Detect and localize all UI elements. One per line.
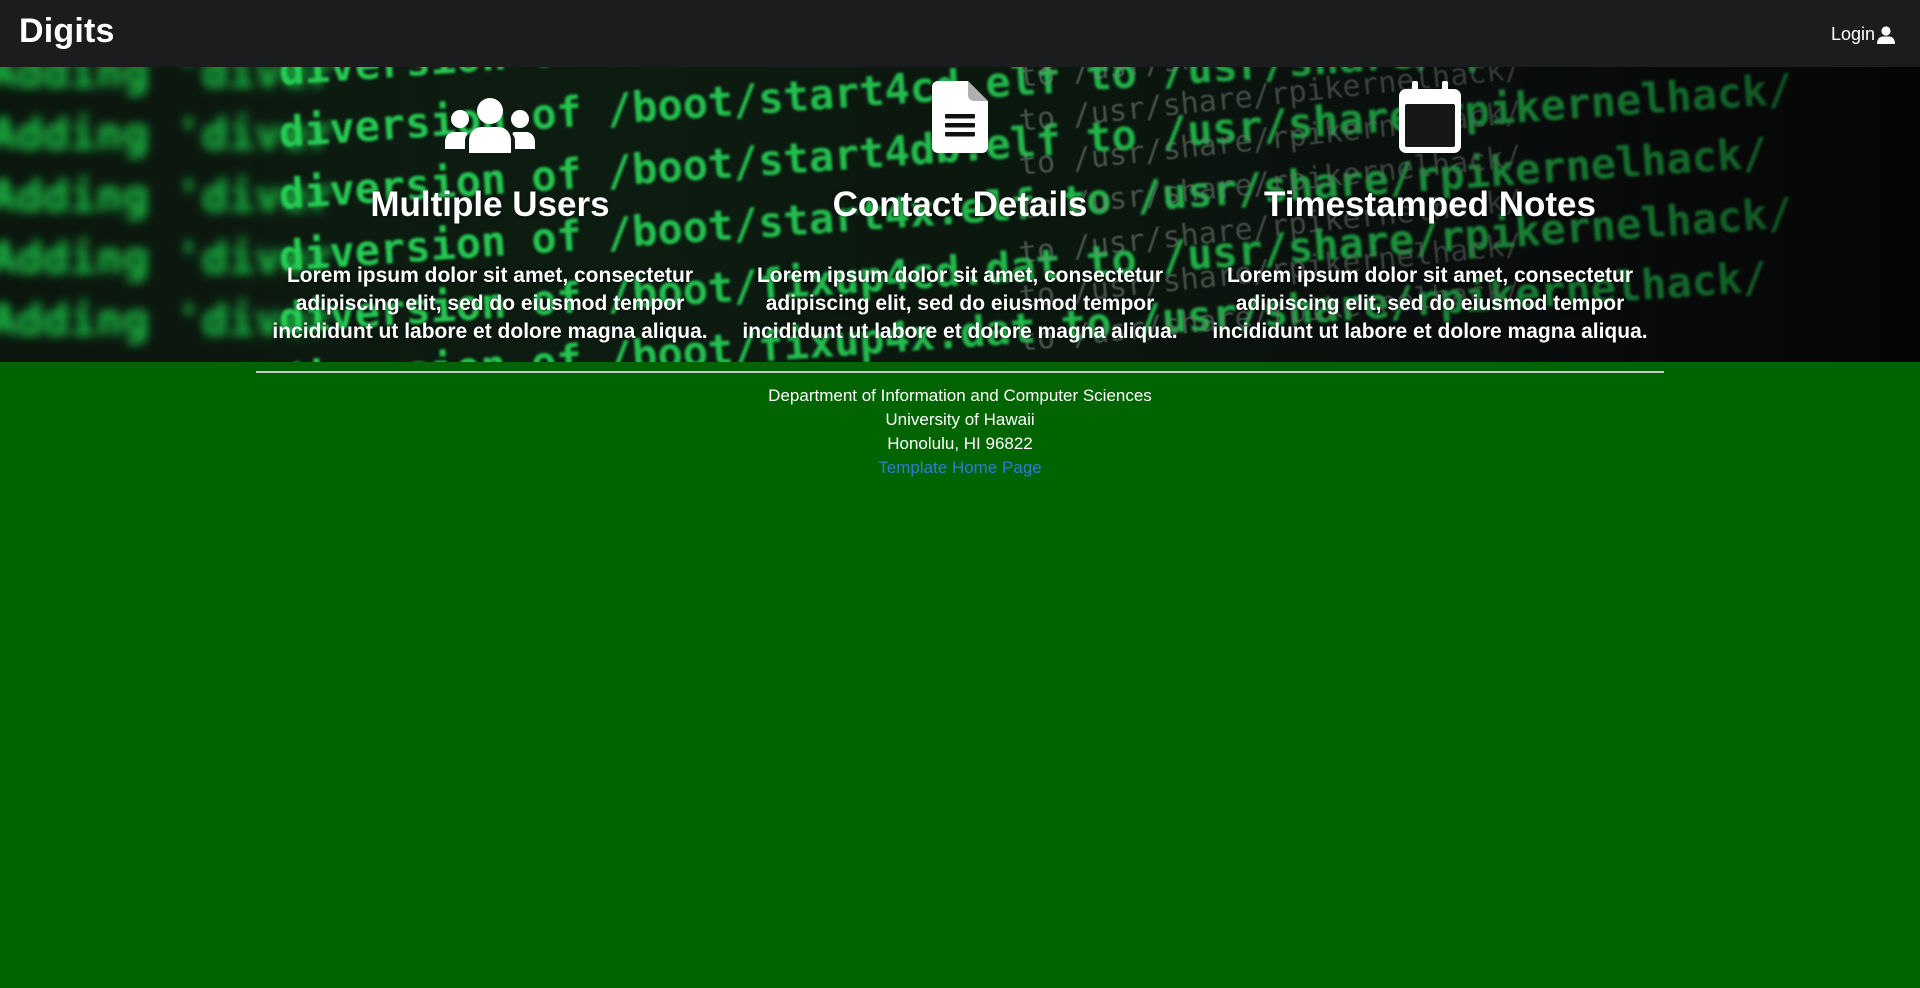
feature-title: Timestamped Notes <box>1264 185 1596 224</box>
calendar-icon <box>1195 81 1665 153</box>
feature-description: Lorem ipsum dolor sit amet, consectetur … <box>742 264 1178 343</box>
footer-department: Department of Information and Computer S… <box>768 386 1152 405</box>
top-navbar: Digits Login <box>0 0 1920 67</box>
feature-contact-details: Contact Details Lorem ipsum dolor sit am… <box>725 67 1195 362</box>
feature-title: Contact Details <box>832 185 1088 224</box>
features-row: Multiple Users Lorem ipsum dolor sit ame… <box>255 67 1665 362</box>
hero-banner: Adding 'diver Adding 'diver Adding 'dive… <box>0 67 1920 362</box>
login-dropdown[interactable]: Login <box>1831 24 1896 45</box>
file-icon <box>725 81 1195 153</box>
feature-description: Lorem ipsum dolor sit amet, consectetur … <box>1212 264 1648 343</box>
footer-university: University of Hawaii <box>885 410 1035 429</box>
feature-multiple-users: Multiple Users Lorem ipsum dolor sit ame… <box>255 67 725 362</box>
brand-logo-text[interactable]: Digits <box>19 12 115 51</box>
user-icon[interactable] <box>1876 25 1896 44</box>
login-label[interactable]: Login <box>1831 24 1875 45</box>
feature-timestamped-notes: Timestamped Notes Lorem ipsum dolor sit … <box>1195 67 1665 362</box>
template-home-link[interactable]: Template Home Page <box>878 458 1041 477</box>
footer-address: Honolulu, HI 96822 <box>887 434 1033 453</box>
feature-description: Lorem ipsum dolor sit amet, consectetur … <box>272 264 708 343</box>
footer-divider <box>256 371 1664 373</box>
users-icon <box>255 81 725 153</box>
feature-title: Multiple Users <box>370 185 610 224</box>
